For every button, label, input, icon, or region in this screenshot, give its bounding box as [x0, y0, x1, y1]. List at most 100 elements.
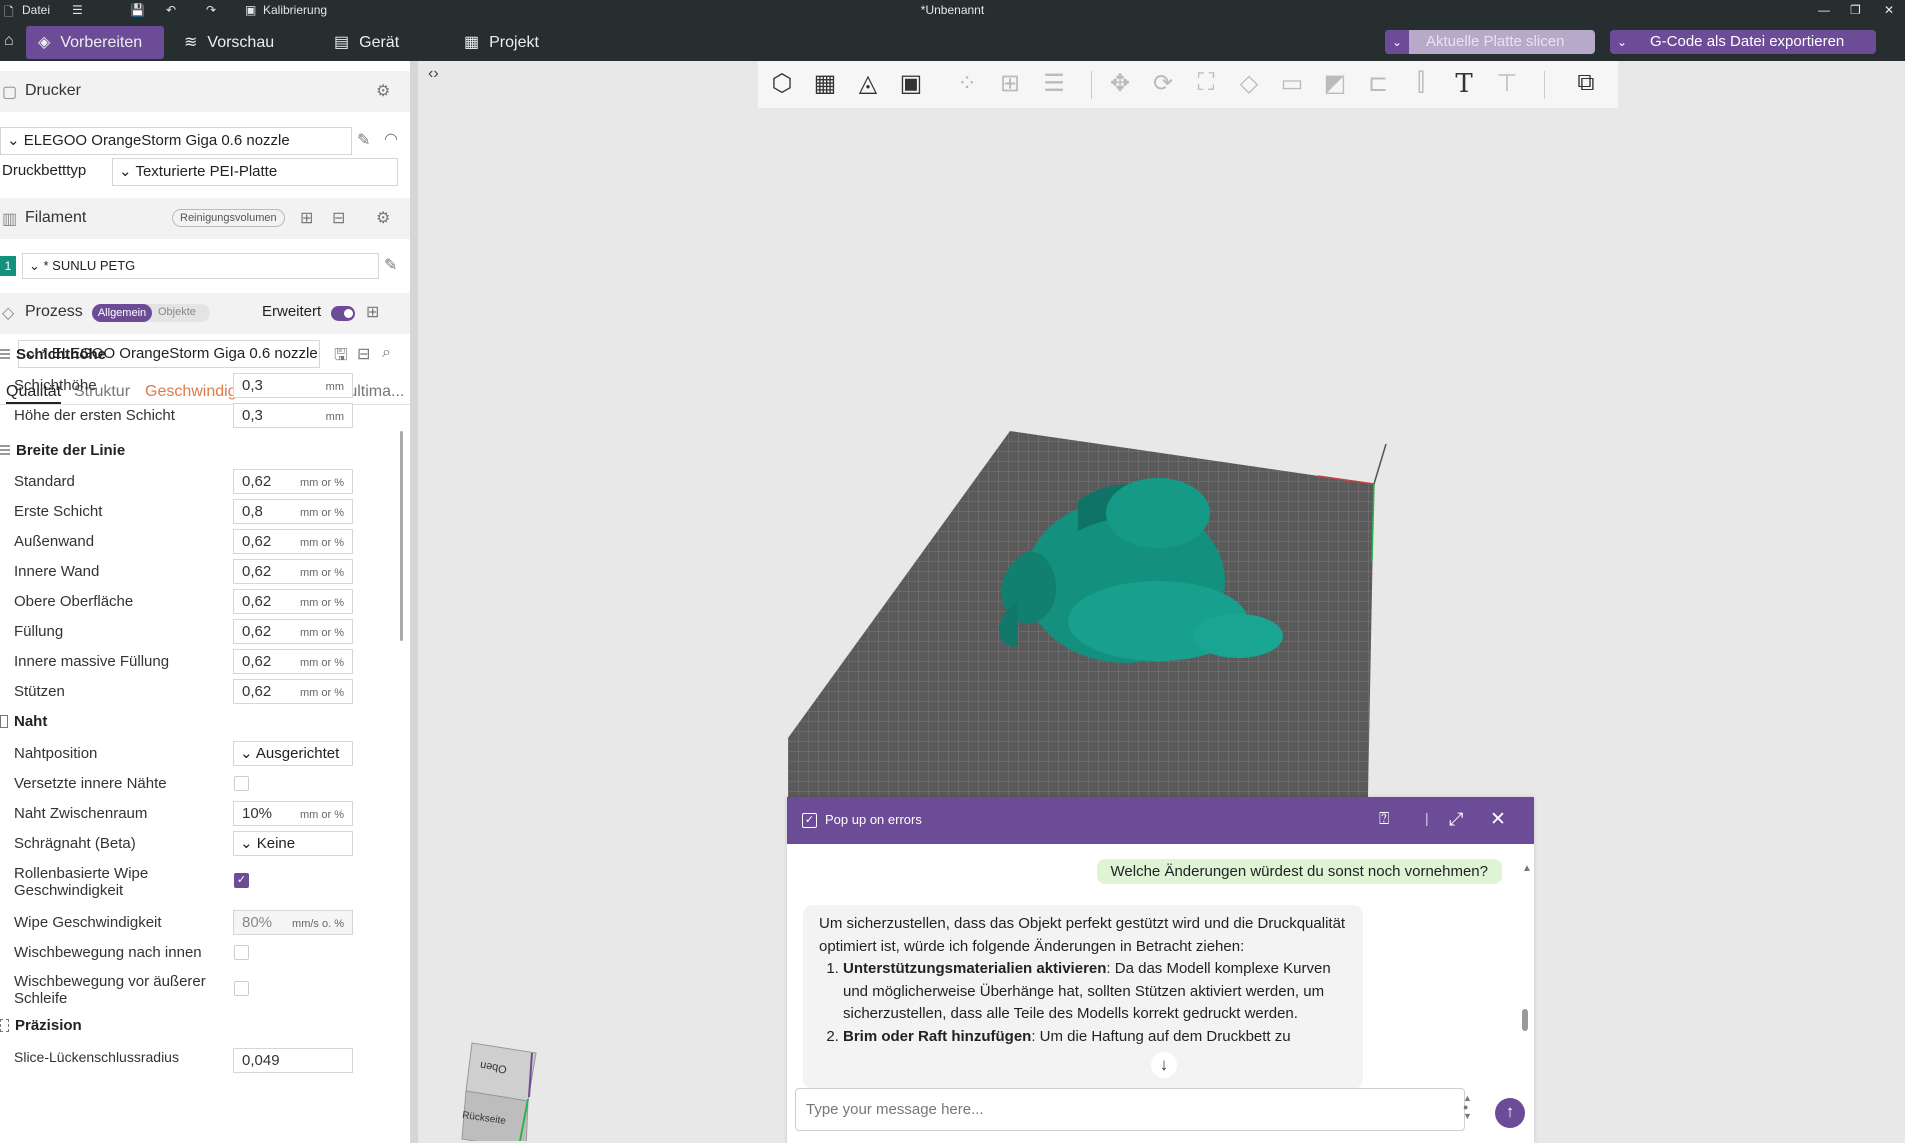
popup-errors-checkbox[interactable]: ✓ [802, 813, 817, 828]
edit-printer-icon[interactable]: ✎ [357, 130, 370, 150]
toggle-objects[interactable]: Objekte [158, 306, 196, 318]
setting-unit: mm/s o. % [292, 918, 344, 930]
setting-label: Außenwand [14, 533, 95, 550]
layers-editing-icon[interactable]: ☰ [1038, 69, 1070, 101]
tab-device[interactable]: ▤ Gerät [322, 26, 411, 59]
setting-label: Naht Zwischenraum [14, 805, 148, 822]
printer-select[interactable]: ⌄ ELEGOO OrangeStorm Giga 0.6 nozzle [0, 127, 352, 155]
line-width-solid-infill-input[interactable]: 0,62 mm or % [233, 649, 353, 674]
scarf-seam-select[interactable]: ⌄ Keine [233, 831, 353, 856]
layer-height-input[interactable]: 0,3 mm [233, 373, 353, 398]
slice-dropdown-icon[interactable]: ⌄ [1385, 30, 1409, 54]
wifi-icon[interactable]: ◠ [384, 129, 398, 149]
view-cube[interactable]: Oben Rückseite [450, 1031, 550, 1141]
line-width-outer-wall-input[interactable]: 0,62 mm or % [233, 529, 353, 554]
setting-label: Nahtposition [14, 745, 98, 762]
role-based-wipe-checkbox[interactable]: ✓ [234, 873, 249, 888]
wipe-speed-input[interactable]: 80% mm/s o. % [233, 910, 353, 935]
close-window-icon[interactable]: ✕ [1884, 3, 1894, 17]
line-width-inner-wall-input[interactable]: 0,62 mm or % [233, 559, 353, 584]
help-icon[interactable]: ⍰ [1379, 809, 1389, 829]
setting-label: Wischbewegung nach innen [14, 944, 202, 961]
seam-icon [0, 715, 8, 728]
chat-scrollbar[interactable] [1522, 1009, 1528, 1031]
setting-label: Erste Schicht [14, 503, 103, 520]
setting-label: Standard [14, 473, 75, 490]
seam-position-select[interactable]: ⌄ Ausgerichtet [233, 741, 353, 766]
toolbar-divider [1544, 71, 1545, 99]
setting-value: 0,049 [242, 1052, 280, 1069]
filament-slot-badge[interactable]: 1 [0, 256, 16, 276]
filament-select[interactable]: ⌄ * SUNLU PETG [22, 253, 379, 279]
expand-icon[interactable]: ⤢ [1449, 809, 1463, 830]
bed-type-select[interactable]: ⌄ Texturierte PEI-Platte [112, 158, 398, 186]
mesh-boolean-icon[interactable]: ◩ [1319, 69, 1351, 101]
split-parts-icon[interactable]: ⊞ [994, 69, 1026, 101]
edit-filament-icon[interactable]: ✎ [384, 255, 397, 275]
slice-plate-button[interactable]: ⌄ Aktuelle Platte slicen [1385, 30, 1595, 54]
first-layer-height-input[interactable]: 0,3 mm [233, 403, 353, 428]
minimize-icon[interactable]: — [1818, 3, 1830, 17]
add-object-icon[interactable]: ⬡ [766, 69, 798, 101]
input-stepper-icon[interactable]: ▲ ● ▼ [1463, 1094, 1472, 1121]
lay-on-face-icon[interactable]: ◇ [1233, 69, 1265, 101]
toggle-general[interactable]: Allgemein [92, 304, 152, 322]
seam-paint-icon[interactable]: ⫿ [1405, 69, 1437, 101]
line-width-support-input[interactable]: 0,62 mm or % [233, 679, 353, 704]
tab-preview[interactable]: ≋ Vorschau [172, 26, 286, 59]
tab-prepare[interactable]: ◈ Vorbereiten [26, 26, 164, 59]
chat-message-input[interactable]: Type your message here... [795, 1088, 1465, 1131]
search-settings-icon[interactable]: ⌕ [382, 344, 391, 362]
arrange-icon[interactable]: ▣ [895, 69, 927, 101]
split-objects-icon[interactable]: ⁘ [951, 69, 983, 101]
home-icon[interactable]: ⌂ [4, 32, 14, 50]
close-chat-icon[interactable]: ✕ [1490, 808, 1506, 831]
compare-presets-icon[interactable]: ⊞ [366, 302, 379, 322]
suggestion-title: Brim oder Raft hinzufügen [843, 1027, 1032, 1045]
line-width-first-layer-input[interactable]: 0,8 mm or % [233, 499, 353, 524]
assistant-chat-panel: ✓ Pop up on errors ⍰ | ⤢ ✕ Welche Änderu… [787, 797, 1534, 1143]
cut-icon[interactable]: ▭ [1276, 69, 1308, 101]
orient-icon[interactable]: ◬ [852, 69, 884, 101]
printer-settings-icon[interactable]: ⚙ [376, 81, 390, 101]
settings-sidebar: ▢ Drucker ⚙ ⌄ ELEGOO OrangeStorm Giga 0.… [0, 61, 410, 1143]
staggered-seams-checkbox[interactable] [234, 776, 249, 791]
send-button[interactable]: ↑ [1495, 1098, 1525, 1128]
support-paint-icon[interactable]: ⊏ [1362, 69, 1394, 101]
wipe-inward-checkbox[interactable] [234, 945, 249, 960]
scroll-down-icon[interactable]: ↓ [1151, 1052, 1177, 1078]
chat-scroll-up-icon[interactable]: ▲ [1522, 863, 1532, 874]
line-width-infill-input[interactable]: 0,62 mm or % [233, 619, 353, 644]
export-dropdown-icon[interactable]: ⌄ [1610, 30, 1634, 54]
grid-icon[interactable]: ▦ [809, 69, 841, 101]
slice-closing-radius-input[interactable]: 0,049 [233, 1048, 353, 1073]
export-gcode-button[interactable]: ⌄ G-Code als Datei exportieren [1610, 30, 1876, 54]
seam-gap-input[interactable]: 10% mm or % [233, 801, 353, 826]
sidebar-splitter[interactable] [410, 61, 418, 1143]
scale-icon[interactable]: ⛶ [1190, 69, 1222, 101]
tab-project[interactable]: ▦ Projekt [452, 26, 551, 59]
line-width-default-input[interactable]: 0,62 mm or % [233, 469, 353, 494]
cube-icon: ◈ [38, 34, 51, 51]
sidebar-scrollbar[interactable] [400, 431, 403, 641]
rotate-icon[interactable]: ⟳ [1147, 69, 1179, 101]
measure-icon[interactable]: ⊤ [1491, 69, 1523, 101]
filament-settings-icon[interactable]: ⚙ [376, 208, 390, 228]
text-icon[interactable]: T [1448, 69, 1480, 101]
save-preset-icon[interactable]: 🖫 [334, 344, 348, 371]
assembly-icon[interactable]: ⧉ [1570, 69, 1602, 101]
setting-label: Rollenbasierte Wipe Geschwindigkeit [14, 865, 149, 899]
move-icon[interactable]: ✥ [1104, 69, 1136, 101]
group-seam: Naht [0, 713, 47, 730]
add-filament-icon[interactable]: ⊞ [300, 208, 313, 228]
z-axis-line [1373, 443, 1387, 485]
suggestion-title: Unterstützungsmaterialien aktivieren [843, 960, 1107, 977]
wipe-before-outer-checkbox[interactable] [234, 981, 249, 996]
main-tab-bar: ⌂ ◈ Vorbereiten ≋ Vorschau ▤ Gerät ▦ Pro… [0, 22, 1905, 61]
title-bar: 🗋 Datei ☰ 💾 ↶ ↷ ▣ Kalibrierung *Unbenann… [0, 0, 1905, 22]
line-width-top-surface-input[interactable]: 0,62 mm or % [233, 589, 353, 614]
remove-filament-icon[interactable]: ⊟ [332, 208, 345, 228]
restore-icon[interactable]: ❐ [1850, 3, 1861, 17]
collapse-icon[interactable]: ⊟ [357, 344, 370, 364]
purge-volume-button[interactable]: Reinigungsvolumen [172, 209, 285, 227]
